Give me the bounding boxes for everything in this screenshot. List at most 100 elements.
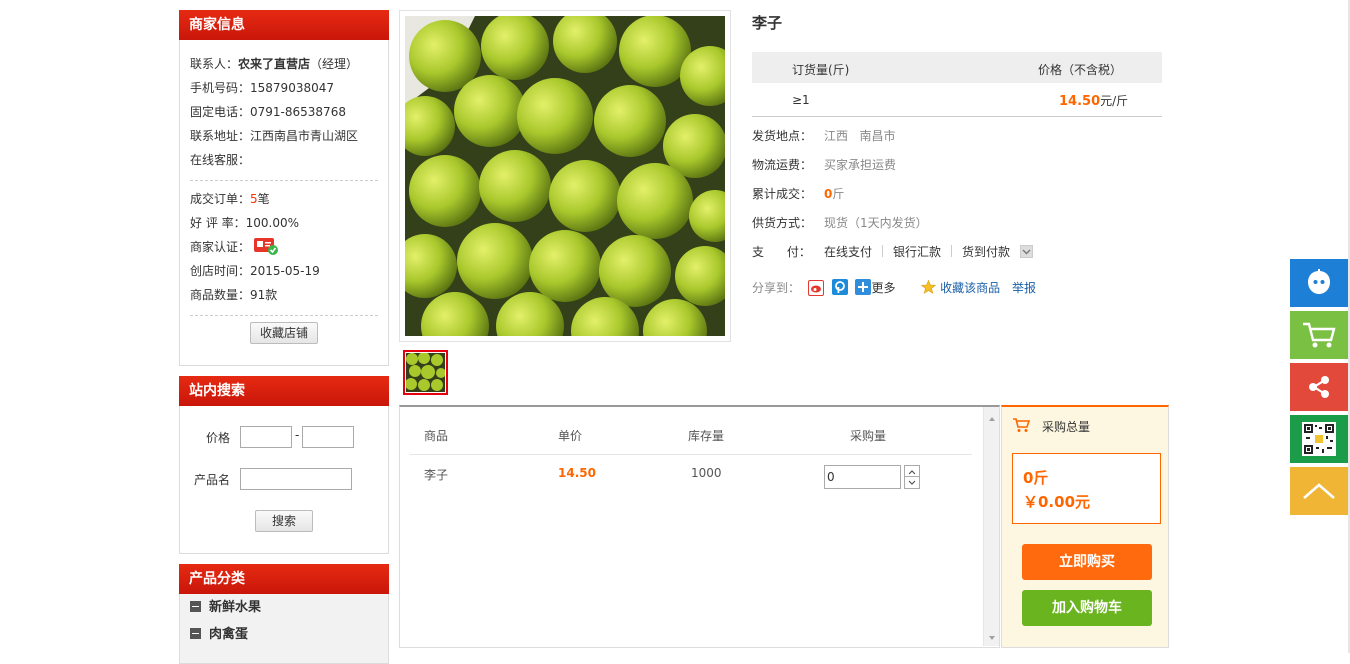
- chevron-up-icon: [908, 470, 916, 475]
- payment-dropdown-icon[interactable]: [1019, 245, 1033, 258]
- collapse-icon: [190, 628, 201, 639]
- favorite-shop-button[interactable]: 收藏店铺: [249, 322, 318, 344]
- report-link[interactable]: 举报: [1012, 281, 1036, 295]
- add-to-cart-button[interactable]: 加入购物车: [1022, 590, 1152, 626]
- scroll-down-icon[interactable]: [984, 630, 1000, 646]
- quantity-input[interactable]: 0: [824, 465, 901, 489]
- cart-summary-title: 采购总量: [1042, 420, 1091, 434]
- address-value: 江西南昌市青山湖区: [250, 129, 359, 143]
- open-date-value: 2015-05-19: [250, 264, 320, 278]
- price-header: 价格（不含税）: [1038, 63, 1123, 77]
- price-range-dash: -: [295, 428, 300, 442]
- category-title: 产品分类: [179, 564, 389, 594]
- orders-row: 成交订单：5笔: [190, 192, 270, 206]
- goods-count-row: 商品数量：91款: [190, 288, 278, 302]
- col-quantity: 采购量: [850, 429, 887, 443]
- product-thumbnail[interactable]: [403, 350, 448, 395]
- rating-value: 100.00%: [245, 216, 300, 230]
- qr-code-button[interactable]: [1290, 415, 1348, 463]
- collapse-icon: [190, 601, 201, 612]
- cart-total-box: 0斤 ￥0.00元: [1012, 453, 1161, 524]
- certified-badge-icon: [253, 237, 278, 255]
- shopping-cart-button[interactable]: [1290, 311, 1348, 359]
- merchant-info-title: 商家信息: [179, 10, 389, 40]
- star-icon: [921, 279, 937, 300]
- pay-cod: 货到付款: [962, 245, 1011, 259]
- decrement-button[interactable]: [904, 477, 920, 489]
- divider: [190, 315, 378, 316]
- tier-price: 14.50: [1059, 94, 1101, 109]
- buy-now-button[interactable]: 立即购买: [1022, 544, 1152, 580]
- price-min-input[interactable]: [240, 426, 292, 448]
- phone-value: 0791-86538768: [250, 105, 346, 119]
- merchant-info-panel: 商家信息 联系人：农来了直营店（经理） 手机号码：15879038047 固定电…: [179, 10, 389, 366]
- address-row: 联系地址：江西南昌市青山湖区: [190, 129, 359, 143]
- share-row: 分享到： 更多 收藏该商品 举报: [752, 278, 1036, 298]
- mobile-row: 手机号码：15879038047: [190, 81, 334, 95]
- share-icon: [1309, 376, 1329, 398]
- cart-summary-panel: 采购总量 0斤 ￥0.00元 立即购买 加入购物车: [1001, 405, 1169, 648]
- supply-row: 供货方式： 现货（1天内发货）: [752, 216, 928, 230]
- sold-row: 累计成交： 0斤: [752, 187, 845, 201]
- divider: [882, 245, 884, 257]
- site-search-title: 站内搜索: [179, 376, 389, 406]
- main-image-frame: [399, 10, 731, 342]
- site-search-panel: 站内搜索 价格 - 产品名 搜索: [179, 376, 389, 554]
- ship-from-value: 江西 南昌市: [824, 129, 896, 143]
- search-button[interactable]: 搜索: [255, 510, 313, 532]
- qr-code-icon: [1302, 422, 1336, 456]
- rating-row: 好 评 率：100.00%: [190, 216, 300, 230]
- shopping-cart-icon: [1303, 322, 1336, 348]
- orders-count: 5: [250, 192, 258, 206]
- certification-row: 商家认证：: [180, 235, 388, 259]
- purchase-table: 商品 单价 库存量 采购量 李子 14.50 1000 0: [399, 405, 1000, 648]
- share-button[interactable]: [1290, 363, 1348, 411]
- product-main-image: [405, 16, 725, 336]
- price-label: 价格: [206, 431, 231, 445]
- price-tier-header: 订货量(斤) 价格（不含税）: [752, 52, 1162, 83]
- product-name-label: 产品名: [194, 473, 231, 487]
- scroll-up-icon[interactable]: [984, 411, 1000, 427]
- cart-icon: [1012, 417, 1031, 436]
- pay-online: 在线支付: [824, 245, 873, 259]
- contact-name: 农来了直营店: [238, 57, 311, 71]
- customer-service-button[interactable]: [1290, 259, 1348, 307]
- favorite-product-link[interactable]: 收藏该商品: [940, 281, 1000, 295]
- purchase-table-header: 商品 单价 库存量 采购量: [410, 407, 972, 455]
- tencent-share-icon[interactable]: [831, 279, 848, 295]
- total-quantity: 0斤: [1023, 469, 1049, 487]
- divider: [951, 245, 953, 257]
- product-name-input[interactable]: [240, 468, 352, 490]
- total-price: ￥0.00元: [1023, 493, 1091, 511]
- chevron-down-icon: [908, 480, 916, 485]
- open-date-row: 创店时间：2015-05-19: [190, 264, 320, 278]
- phone-row: 固定电话：0791-86538768: [190, 105, 346, 119]
- divider: [190, 180, 378, 181]
- category-panel: 产品分类 新鲜水果 肉禽蛋: [179, 564, 389, 664]
- col-unit-price: 单价: [558, 429, 583, 443]
- thumbnail-image: [405, 352, 446, 392]
- qty-header: 订货量(斤): [792, 63, 850, 77]
- price-tier-table: 订货量(斤) 价格（不含税） ≥1 14.50元/斤: [752, 52, 1162, 117]
- table-scrollbar[interactable]: [983, 407, 999, 646]
- weibo-share-icon[interactable]: [807, 280, 824, 296]
- supply-value: 现货（1天内发货）: [824, 216, 928, 230]
- tier-price-cell: 14.50元/斤: [1059, 94, 1129, 109]
- freight-row: 物流运费： 买家承担运费: [752, 158, 897, 172]
- freight-value: 买家承担运费: [824, 158, 897, 172]
- increment-button[interactable]: [904, 465, 920, 477]
- goods-count-value: 91款: [250, 288, 278, 302]
- category-item-fruit[interactable]: 新鲜水果: [180, 594, 388, 621]
- category-item-meat[interactable]: 肉禽蛋: [180, 621, 388, 648]
- back-to-top-button[interactable]: [1290, 467, 1348, 515]
- chevron-up-icon: [1303, 483, 1335, 499]
- payment-row: 支 付： 在线支付 银行汇款 货到付款: [752, 242, 1033, 262]
- ship-from-row: 发货地点： 江西 南昌市: [752, 129, 896, 143]
- share-more-link[interactable]: 更多: [871, 281, 895, 295]
- row-stock: 1000: [691, 466, 722, 480]
- quantity-stepper[interactable]: [904, 465, 920, 489]
- pay-bank: 银行汇款: [893, 245, 942, 259]
- price-max-input[interactable]: [302, 426, 354, 448]
- more-share-icon[interactable]: [855, 279, 872, 295]
- mobile-value: 15879038047: [250, 81, 334, 95]
